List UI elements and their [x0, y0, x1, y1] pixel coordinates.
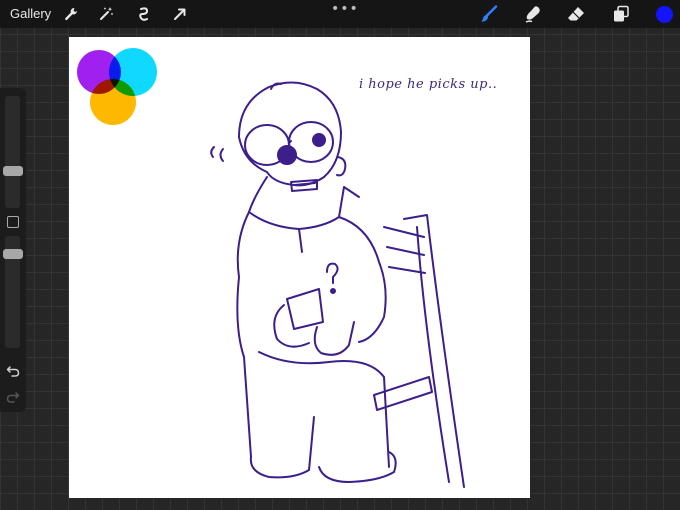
layers-button[interactable] [610, 3, 632, 25]
selection-icon [139, 7, 149, 21]
color-picker-button[interactable] [656, 6, 673, 23]
brush-tool-button[interactable] [478, 3, 500, 25]
transform-button[interactable] [169, 3, 191, 25]
eraser-icon [568, 7, 584, 21]
left-sidebar [0, 88, 26, 412]
adjustments-button[interactable] [95, 3, 117, 25]
opacity-handle[interactable] [3, 249, 23, 259]
drawing-canvas[interactable]: i hope he picks up.. [69, 37, 530, 498]
top-toolbar: Gallery ••• [0, 0, 680, 28]
magic-wand-icon [100, 7, 113, 20]
character-sketch [210, 81, 465, 488]
undo-icon[interactable] [6, 364, 20, 378]
redo-icon[interactable] [6, 390, 20, 404]
smudge-tool-button[interactable] [522, 3, 544, 25]
wrench-icon [65, 8, 77, 21]
gallery-button[interactable]: Gallery [10, 6, 51, 21]
color-venn-diagram [77, 48, 157, 125]
modify-button[interactable] [7, 216, 19, 228]
more-options-button[interactable]: ••• [331, 1, 359, 17]
selection-button[interactable] [133, 3, 155, 25]
transform-arrow-icon [174, 8, 186, 20]
smudge-icon [525, 6, 540, 23]
eraser-tool-button[interactable] [565, 3, 587, 25]
brush-size-handle[interactable] [3, 166, 23, 176]
layers-icon [614, 5, 629, 22]
actions-button[interactable] [60, 3, 82, 25]
brush-size-slider[interactable] [5, 96, 20, 208]
brush-icon [481, 5, 498, 22]
